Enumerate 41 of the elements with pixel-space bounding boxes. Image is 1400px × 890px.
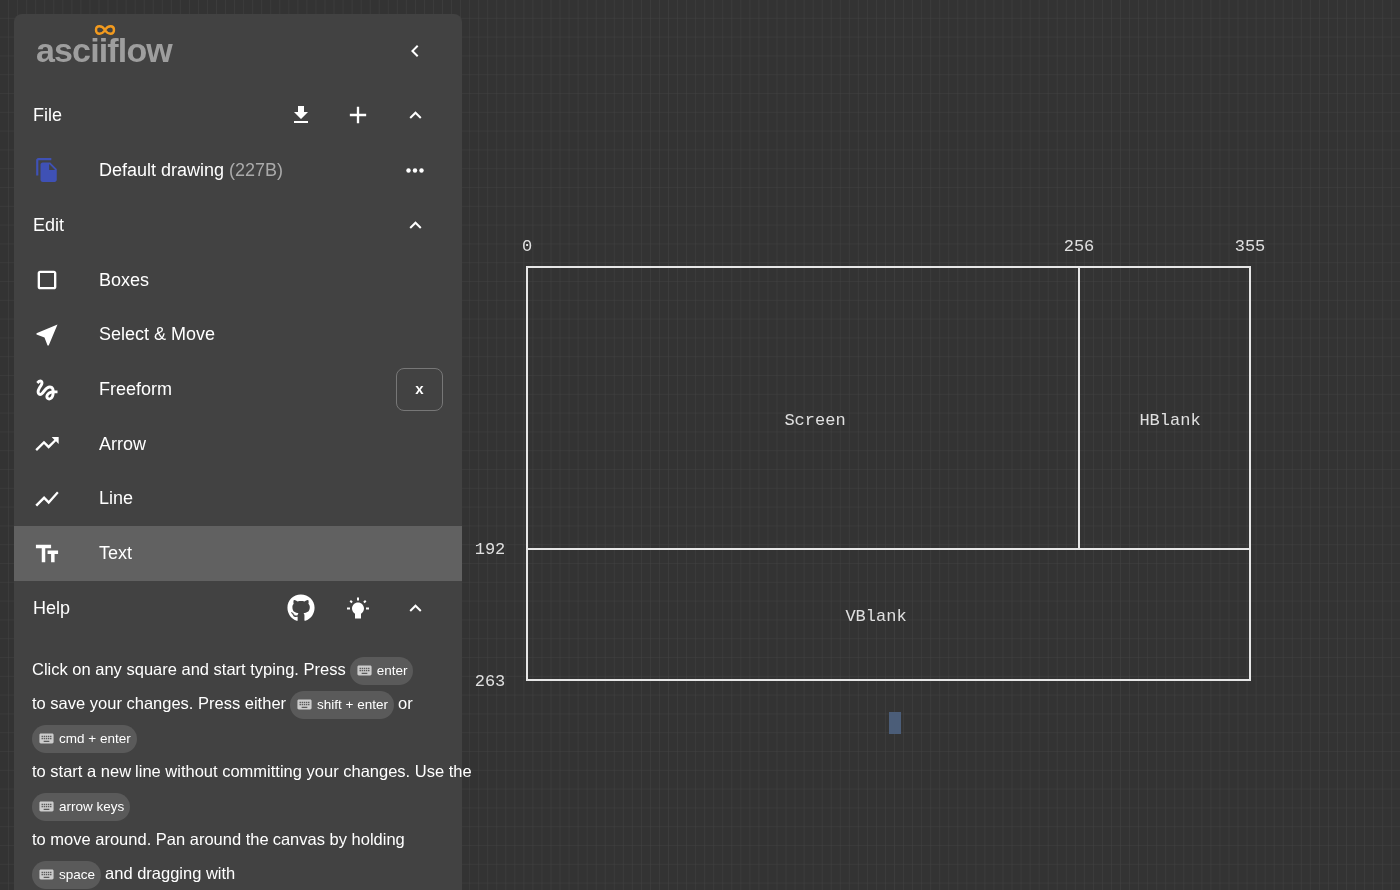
tool-item[interactable]: Arrow	[14, 416, 462, 472]
tool-item[interactable]: Select & Move	[14, 307, 462, 363]
coordinate-label: 0	[521, 237, 533, 256]
key-chip: space	[32, 860, 102, 889]
tool-label: Text	[99, 542, 133, 566]
key-chip: arrow keys	[32, 792, 131, 821]
help-text: to start a new	[32, 762, 132, 780]
key-chip: shift + enter	[290, 690, 394, 719]
drawing-name: Default drawing	[99, 158, 225, 182]
section-title: File	[33, 103, 63, 127]
coordinate-label: 355	[1234, 237, 1266, 256]
shortcut-key: x	[396, 368, 443, 412]
section-title: Help	[33, 596, 72, 620]
help-text: Click on any square and start typing. Press	[32, 660, 346, 678]
box-label: VBlank	[845, 607, 907, 626]
coordinate-label: 263	[474, 672, 506, 691]
tool-label: Line	[99, 487, 135, 511]
tool-label: Select & Move	[99, 323, 217, 347]
coordinate-label: 256	[1063, 237, 1095, 256]
help-text: or	[398, 694, 413, 712]
tool-item[interactable]: Line	[14, 471, 462, 527]
key-chip: enter	[349, 656, 414, 685]
tool-item[interactable]: Text	[14, 526, 462, 581]
tool-item[interactable]: Boxes	[14, 252, 462, 308]
help-text: to save your changes. Press either	[32, 694, 287, 712]
key-chip: cmd + enter	[32, 724, 137, 753]
drawing-item[interactable]: Default drawing (227B)	[14, 142, 462, 198]
tool-label: Boxes	[99, 268, 151, 292]
app-logo: asciiflow	[36, 32, 401, 69]
help-text: and dragging with	[105, 864, 236, 882]
box-label: HBlank	[1139, 411, 1201, 430]
coordinate-label: 192	[474, 540, 506, 559]
help-text: to move around. Pan around the	[32, 830, 269, 848]
box-label: Screen	[784, 411, 846, 430]
tool-label: Arrow	[99, 432, 147, 456]
tool-label: Freeform	[99, 378, 173, 402]
help-text: canvas by holding	[272, 830, 405, 848]
help-text: line without committing your changes. Use the	[135, 762, 472, 780]
drawing-size: (227B)	[229, 158, 285, 182]
tool-item[interactable]: Freeform x	[14, 362, 462, 417]
section-title: Edit	[33, 213, 66, 237]
